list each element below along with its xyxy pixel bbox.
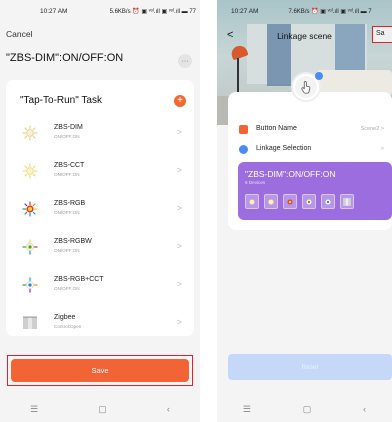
task-device-action: Control:Open: [54, 324, 82, 329]
chevron-right-icon: >: [380, 146, 384, 152]
reset-button[interactable]: Reset: [228, 354, 392, 380]
add-task-button[interactable]: +: [174, 95, 186, 107]
task-device-action: ON/OFF:ON: [54, 210, 80, 215]
edit-badge-icon[interactable]: [315, 72, 323, 80]
task-device-action: ON/OFF:ON: [54, 172, 80, 177]
rgbcct-bulb-icon: [22, 277, 38, 293]
task-card: "Tap-To-Run" Task + ZBS-DIM ON/OFF:ON >: [6, 80, 194, 336]
dim-bulb-icon: [245, 194, 259, 209]
curtain-icon: [340, 194, 354, 209]
chevron-right-icon: >: [176, 127, 182, 137]
system-nav-bar: ☰ ▢ ‹: [217, 396, 392, 422]
linkage-selection-label: Linkage Selection: [256, 145, 312, 152]
curtain-icon: [23, 316, 37, 329]
rgb-bulb-icon: [283, 194, 297, 209]
cct-bulb-icon: [264, 194, 278, 209]
system-nav-bar: ☰ ▢ ‹: [0, 396, 200, 422]
task-row[interactable]: ZBS-RGB+CCT ON/OFF:ON >: [6, 271, 194, 301]
rgb-bulb-icon: [22, 201, 38, 217]
home-icon[interactable]: ▢: [303, 404, 312, 415]
task-device-name: ZBS-CCT: [54, 162, 85, 169]
tap-hand-icon: [295, 76, 317, 98]
selected-scene-card[interactable]: "ZBS-DIM":ON/OFF:ON 6 Devices: [238, 162, 392, 220]
button-name-label: Button Name: [256, 125, 297, 132]
task-row[interactable]: ZBS-DIM ON/OFF:ON >: [6, 119, 194, 149]
scene-title: "ZBS-DIM":ON/OFF:ON: [6, 52, 124, 64]
task-device-action: ON/OFF:ON: [54, 248, 80, 253]
task-device-name: ZBS-RGB: [54, 200, 86, 207]
device-icon-list: [245, 194, 354, 209]
rgbw-bulb-icon: [302, 194, 316, 209]
more-icon: ···: [181, 57, 189, 65]
task-device-name: ZBS-RGBW: [54, 238, 92, 245]
task-row[interactable]: ZBS-CCT ON/OFF:ON >: [6, 157, 194, 187]
button-name-row[interactable]: Button Name Scene2 >: [228, 122, 392, 138]
status-info: 7.6KB/s ⏰ ▣ ᵛᵒˡ.ıll ▣ ᵛᵒˡ.ıll ▬ 7: [288, 8, 372, 15]
linkage-screen: 10:27 AM 7.6KB/s ⏰ ▣ ᵛᵒˡ.ıll ▣ ᵛᵒˡ.ıll ▬…: [217, 0, 392, 422]
save-button[interactable]: Save: [11, 359, 189, 382]
dim-bulb-icon: [22, 125, 38, 141]
cct-bulb-icon: [22, 163, 38, 179]
page-title: Linkage scene: [277, 31, 332, 41]
status-time: 10:27 AM: [231, 7, 259, 15]
selected-scene-devices: 6 Devices: [245, 180, 266, 185]
chevron-right-icon: >: [176, 241, 182, 251]
task-device-action: ON/OFF:ON: [54, 134, 80, 139]
save-top-button[interactable]: Sa: [372, 26, 392, 43]
linkage-selection-row[interactable]: Linkage Selection >: [228, 142, 392, 158]
status-info: 5.6KB/s ⏰ ▣ ᵛᵒˡ.ıll ▣ ᵛᵒˡ.ıll ▬ 77: [109, 8, 196, 15]
task-row[interactable]: ZBS-RGBW ON/OFF:ON >: [6, 233, 194, 263]
task-device-action: ON/OFF:ON: [54, 286, 80, 291]
button-icon: [239, 125, 248, 134]
cancel-button[interactable]: Cancel: [6, 29, 32, 39]
chevron-right-icon: >: [176, 203, 182, 213]
rgbcct-bulb-icon: [321, 194, 335, 209]
chevron-right-icon: >: [176, 165, 182, 175]
linkage-card: Button Name Scene2 > Linkage Selection >…: [228, 92, 392, 230]
task-row[interactable]: ZBS-RGB ON/OFF:ON >: [6, 195, 194, 225]
menu-icon[interactable]: ☰: [243, 404, 251, 415]
task-device-name: ZBS-RGB+CCT: [54, 276, 104, 283]
chevron-right-icon: >: [176, 279, 182, 289]
task-device-name: Zigbee: [54, 314, 76, 321]
menu-icon[interactable]: ☰: [30, 404, 38, 415]
task-row[interactable]: Zigbee Control:Open >: [6, 309, 194, 339]
task-card-title: "Tap-To-Run" Task: [20, 95, 102, 106]
status-bar: 10:27 AM 5.6KB/s ⏰ ▣ ᵛᵒˡ.ıll ▣ ᵛᵒˡ.ıll ▬…: [0, 0, 200, 22]
task-screen: 10:27 AM 5.6KB/s ⏰ ▣ ᵛᵒˡ.ıll ▣ ᵛᵒˡ.ıll ▬…: [0, 0, 200, 422]
rgbw-bulb-icon: [22, 239, 38, 255]
back-icon[interactable]: ‹: [363, 404, 366, 414]
more-options-button[interactable]: ···: [178, 54, 192, 68]
status-time: 10:27 AM: [40, 7, 68, 15]
task-device-name: ZBS-DIM: [54, 124, 83, 131]
linkage-icon: [239, 145, 248, 154]
selected-scene-name: "ZBS-DIM":ON/OFF:ON: [245, 169, 336, 179]
back-icon[interactable]: ‹: [167, 404, 170, 414]
save-highlight-box: Save: [7, 355, 193, 386]
chevron-right-icon: >: [176, 317, 182, 327]
status-bar: 10:27 AM 7.6KB/s ⏰ ▣ ᵛᵒˡ.ıll ▣ ᵛᵒˡ.ıll ▬…: [217, 0, 392, 22]
button-name-value: Scene2 >: [360, 126, 384, 132]
home-icon[interactable]: ▢: [98, 404, 107, 415]
